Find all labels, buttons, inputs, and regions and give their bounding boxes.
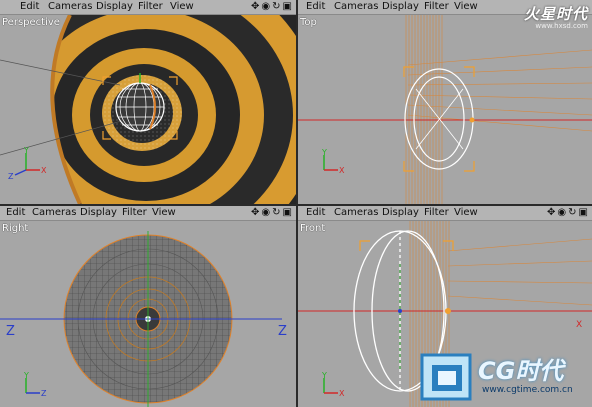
menu-filter[interactable]: Filter [138,1,163,12]
axis-x-label: X [41,166,47,175]
viewport-nav-icons: ✥◉↻▣ [251,207,294,218]
watermark-top: 火星时代 www.hxsd.com [524,3,588,30]
axis-z-big-label-left: Z [6,324,15,339]
axis-z-label: Z [41,389,47,398]
top-scene: Y X [298,15,592,204]
menu-cameras[interactable]: Cameras [334,1,378,12]
zoom-icon[interactable]: ◉ [557,207,568,218]
axis-x-label: X [339,389,345,398]
rotate-icon[interactable]: ↻ [272,207,282,218]
axis-z-label: Z [8,172,14,181]
axis-z-big-label: Z [278,324,287,339]
maximize-icon[interactable]: ▣ [283,1,294,12]
viewport-front[interactable]: Edit Cameras Display Filter View ✥◉↻▣ X … [298,206,592,407]
menu-cameras[interactable]: Cameras [32,207,76,218]
menu-display[interactable]: Display [96,1,133,12]
viewport-right[interactable]: Edit Cameras Display Filter View ✥◉↻▣ Z … [0,206,296,407]
menu-cameras[interactable]: Cameras [334,207,378,218]
menu-display[interactable]: Display [80,207,117,218]
menu-edit[interactable]: Edit [306,207,325,218]
viewport-nav-icons: ✥◉↻▣ [547,207,590,218]
rotate-icon[interactable]: ↻ [272,1,282,12]
axis-x-label: X [339,166,345,175]
viewport-label: Front [300,223,326,234]
menu-edit[interactable]: Edit [306,1,325,12]
viewport-label: Right [2,223,29,234]
ring-disc-edge [405,15,592,204]
axis-gizmo [323,378,338,394]
rotate-icon[interactable]: ↻ [568,207,578,218]
move-icon[interactable]: ✥ [251,1,261,12]
axis-gizmo [25,378,40,394]
menu-display[interactable]: Display [382,207,419,218]
axis-gizmo [323,155,338,171]
menu-filter[interactable]: Filter [424,207,449,218]
watermark-bottom: CG时代 www.cgtime.com.cn [418,347,588,405]
zoom-icon[interactable]: ◉ [261,1,272,12]
axis-y-label: Y [321,371,327,380]
axis-y-label: Y [23,371,29,380]
menu-view[interactable]: View [454,1,478,12]
viewport-label: Top [300,17,317,28]
move-icon[interactable]: ✥ [547,207,557,218]
menu-display[interactable]: Display [382,1,419,12]
watermark-bottom-url: www.cgtime.com.cn [482,385,573,395]
menu-filter[interactable]: Filter [424,1,449,12]
maximize-icon[interactable]: ▣ [579,207,590,218]
move-icon[interactable]: ✥ [251,207,261,218]
viewport-menubar: Edit Cameras Display Filter View ✥◉↻▣ [0,0,296,15]
selection-brackets [359,240,454,251]
axis-y-label: Y [23,146,29,155]
menu-view[interactable]: View [454,207,478,218]
menu-edit[interactable]: Edit [20,1,39,12]
viewport-menubar: Edit Cameras Display Filter View ✥◉↻▣ [298,206,592,221]
menu-edit[interactable]: Edit [6,207,25,218]
viewport-menubar: Edit Cameras Display Filter View ✥◉↻▣ [0,206,296,221]
axis-x-big-label: X [576,320,582,330]
menu-view[interactable]: View [170,1,194,12]
viewport-top[interactable]: Edit Cameras Display Filter View Y X Top… [298,0,592,204]
viewport-nav-icons: ✥◉↻▣ [251,1,294,12]
right-scene: Z Z Y Z [0,231,287,407]
viewport-label: Perspective [2,17,60,28]
menu-filter[interactable]: Filter [122,207,147,218]
watermark-top-logo: 火星时代 [523,5,588,23]
cgtime-logo-icon [420,353,472,401]
axis-y-label: Y [321,148,327,157]
zoom-icon[interactable]: ◉ [261,207,272,218]
viewport-grid: Edit Cameras Display Filter View ✥◉↻▣ Y … [0,0,592,407]
perspective-scene: Y X Z [0,15,296,204]
menu-view[interactable]: View [152,207,176,218]
maximize-icon[interactable]: ▣ [283,207,294,218]
viewport-perspective[interactable]: Edit Cameras Display Filter View ✥◉↻▣ Y … [0,0,296,204]
menu-cameras[interactable]: Cameras [48,1,92,12]
watermark-bottom-logo: CG时代 [478,357,564,385]
